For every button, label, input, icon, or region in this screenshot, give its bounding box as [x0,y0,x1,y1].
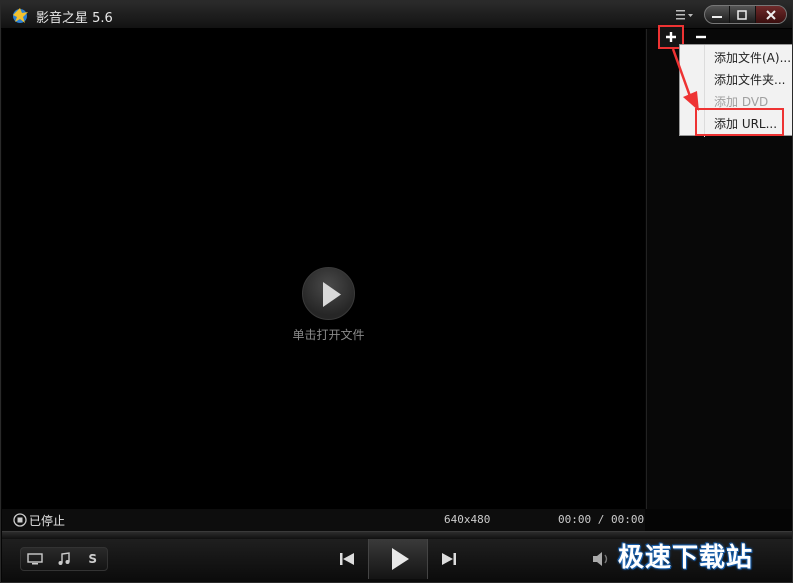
mode-button-group: S [20,547,108,571]
open-file-hint[interactable]: 单击打开文件 [272,326,385,343]
maximize-icon [737,9,748,20]
video-resolution: 640x480 [444,513,491,526]
playback-status: 已停止 [29,514,66,528]
site-watermark: 极速下载站 [618,543,754,573]
annotation-arrow-icon [671,48,699,111]
play-button[interactable] [368,539,428,579]
close-icon [766,9,776,20]
next-track-icon[interactable] [438,549,460,569]
previous-track-icon[interactable] [336,549,358,569]
video-mode-button[interactable] [21,548,50,570]
video-mode-icon [27,553,44,565]
center-play-button[interactable] [302,267,355,320]
minimize-button[interactable] [705,6,731,23]
play-icon [392,548,409,570]
window-controls [704,5,787,24]
s-mode-button[interactable]: S [78,548,107,570]
play-icon [323,282,341,307]
app-logo-icon [13,8,28,23]
main-menu-icon[interactable] [674,8,694,22]
player-window: 影音之星 5.6 单击打开文件 添加文件(A)... 添加文件夹... 添加 D… [0,0,793,583]
volume-icon[interactable] [590,549,612,569]
maximize-button[interactable] [730,6,756,23]
time-display: 00:00 / 00:00 [558,513,645,526]
close-button[interactable] [755,6,786,23]
video-area[interactable]: 单击打开文件 [2,29,645,509]
status-bar: 已停止 640x480 00:00 / 00:00 [2,509,645,531]
stop-state-icon [13,513,27,527]
music-mode-icon [58,552,70,565]
music-mode-button[interactable] [50,548,79,570]
minimize-icon [712,15,723,18]
window-title: 影音之星 5.6 [36,11,113,26]
